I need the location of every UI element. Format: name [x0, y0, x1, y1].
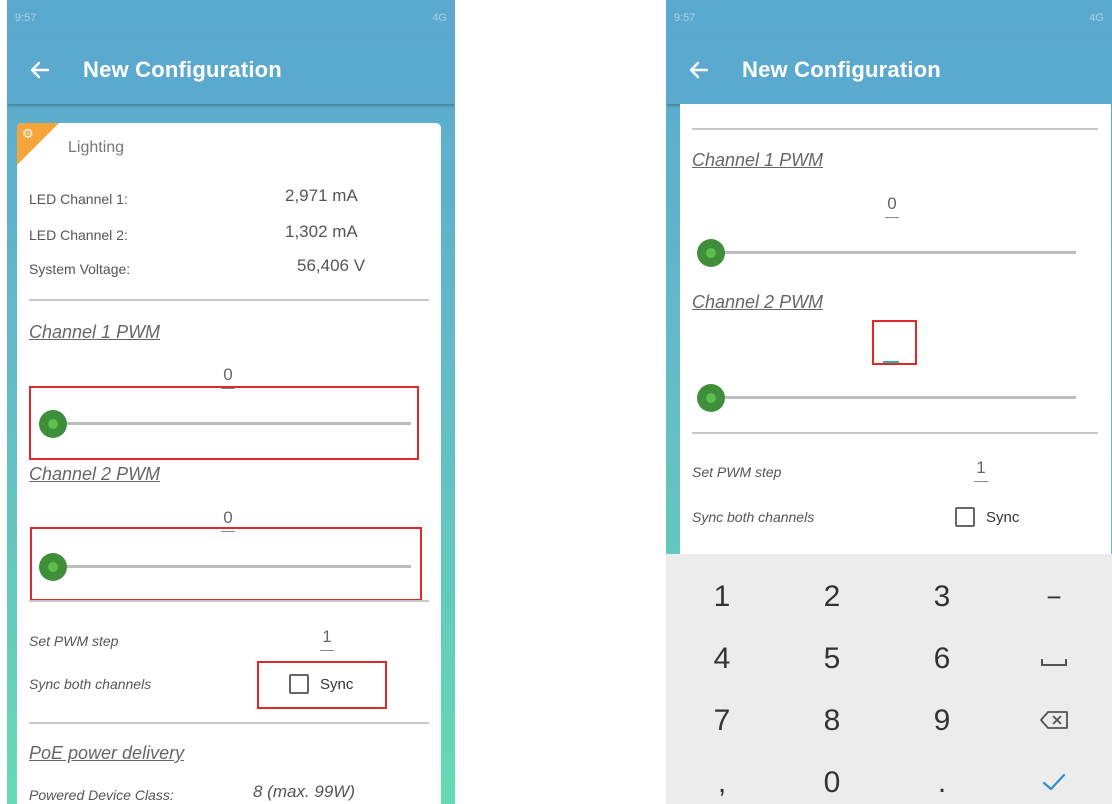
numeric-keyboard: 1 2 3 − 4 5 6 7 8 9 , 0 .: [666, 554, 1112, 804]
lighting-card: ⚙ Lighting LED Channel 1: 2,971 mA LED C…: [17, 123, 441, 804]
phone-screen-left: 9:57 4G New Configuration ⚙ Lighting LED…: [7, 0, 455, 804]
page-title: New Configuration: [742, 57, 941, 82]
reading-value-led2: 1,302 mA: [285, 222, 358, 241]
channel1-slider-thumb[interactable]: [697, 239, 725, 267]
lighting-card: Channel 1 PWM 0 Channel 2 PWM Set PWM st…: [680, 104, 1111, 554]
key-6[interactable]: 6: [886, 628, 998, 690]
highlight-box-channel2-input: [872, 320, 917, 365]
divider: [692, 432, 1098, 434]
channel1-value: 0: [223, 365, 233, 384]
status-time: 9:57: [674, 12, 696, 24]
channel2-slider-track[interactable]: [700, 396, 1076, 399]
channel2-title: Channel 2 PWM: [692, 292, 824, 312]
check-icon: [1042, 766, 1066, 800]
pwm-step-value: 1: [976, 458, 986, 477]
key-minus[interactable]: −: [998, 566, 1110, 628]
poe-class-label: Powered Device Class:: [29, 787, 174, 803]
status-bar: 9:57 4G: [666, 0, 1112, 36]
key-9[interactable]: 9: [886, 690, 998, 752]
sync-label: Sync both channels: [29, 676, 152, 692]
poe-class-value: 8 (max. 99W): [253, 782, 356, 801]
key-4[interactable]: 4: [666, 628, 778, 690]
back-arrow-icon[interactable]: [27, 57, 53, 83]
key-0[interactable]: 0: [776, 752, 888, 804]
sync-label: Sync both channels: [692, 509, 815, 525]
channel1-slider-track[interactable]: [700, 251, 1076, 254]
reading-value-voltage: 56,406 V: [297, 256, 366, 275]
divider: [29, 299, 429, 301]
channel2-title: Channel 2 PWM: [29, 464, 161, 484]
page-title: New Configuration: [83, 57, 282, 82]
poe-title: PoE power delivery: [29, 743, 185, 763]
pwm-step-field[interactable]: 1: [312, 627, 342, 651]
key-backspace[interactable]: [998, 690, 1110, 752]
key-1[interactable]: 1: [666, 566, 778, 628]
key-8[interactable]: 8: [776, 690, 888, 752]
key-confirm[interactable]: [998, 752, 1110, 804]
divider: [692, 128, 1098, 130]
channel1-value-field[interactable]: 0: [877, 194, 907, 218]
sync-checkbox-label[interactable]: Sync: [986, 509, 1019, 526]
channel1-title: Channel 1 PWM: [29, 322, 161, 342]
pwm-step-value: 1: [322, 627, 332, 646]
channel2-value-field[interactable]: 0: [213, 508, 243, 532]
space-icon: [1040, 642, 1068, 676]
highlight-box-sync: [257, 661, 387, 709]
pwm-step-field[interactable]: 1: [966, 458, 996, 482]
channel1-title: Channel 1 PWM: [692, 150, 824, 170]
highlight-box-channel1-slider: [29, 386, 419, 460]
channel2-value: 0: [223, 508, 233, 527]
backspace-icon: [1039, 704, 1069, 738]
key-3[interactable]: 3: [886, 566, 998, 628]
phone-screen-right: 9:57 4G New Configuration Channel 1 PWM …: [666, 0, 1112, 804]
key-7[interactable]: 7: [666, 690, 778, 752]
channel1-value: 0: [887, 194, 897, 213]
status-network: 4G: [1089, 12, 1104, 24]
app-bar: New Configuration: [666, 36, 1112, 104]
key-space[interactable]: [998, 628, 1110, 690]
channel1-value-field[interactable]: 0: [213, 365, 243, 389]
gear-icon: ⚙: [22, 126, 34, 141]
reading-label-led2: LED Channel 2:: [29, 227, 128, 243]
status-bar: 9:57 4G: [7, 0, 455, 36]
status-network: 4G: [432, 12, 447, 24]
section-title-lighting: Lighting: [68, 139, 125, 156]
pwm-step-label: Set PWM step: [692, 464, 782, 480]
app-bar: New Configuration: [7, 36, 455, 104]
back-arrow-icon[interactable]: [686, 57, 712, 83]
key-period[interactable]: .: [886, 752, 998, 804]
status-time: 9:57: [15, 12, 37, 24]
key-2[interactable]: 2: [776, 566, 888, 628]
sync-checkbox[interactable]: [955, 507, 975, 527]
pwm-step-label: Set PWM step: [29, 633, 119, 649]
reading-value-led1: 2,971 mA: [285, 186, 358, 205]
channel2-slider-thumb[interactable]: [697, 384, 725, 412]
divider: [29, 722, 429, 724]
reading-label-led1: LED Channel 1:: [29, 191, 128, 207]
highlight-box-channel2-slider: [30, 527, 422, 601]
reading-label-voltage: System Voltage:: [29, 261, 131, 277]
key-comma[interactable]: ,: [666, 752, 778, 804]
divider: [29, 600, 429, 602]
key-5[interactable]: 5: [776, 628, 888, 690]
